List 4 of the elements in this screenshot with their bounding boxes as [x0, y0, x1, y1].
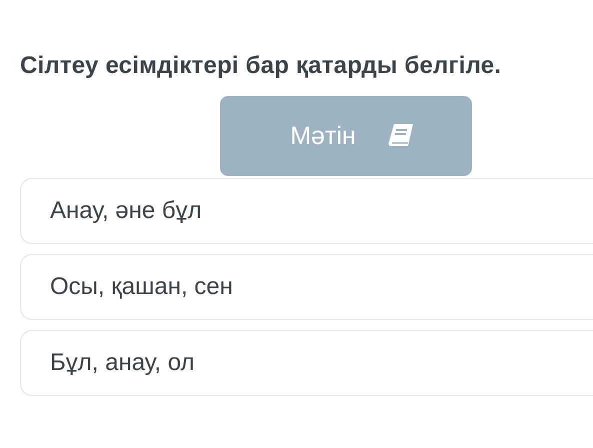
question-text: Сілтеу есімдіктері бар қатарды белгіле.: [20, 52, 502, 80]
answer-option[interactable]: Осы, қашан, сен: [20, 254, 593, 320]
answer-option[interactable]: Анау, әне бұл: [20, 178, 593, 244]
answer-option[interactable]: Бұл, анау, ол: [20, 330, 593, 396]
